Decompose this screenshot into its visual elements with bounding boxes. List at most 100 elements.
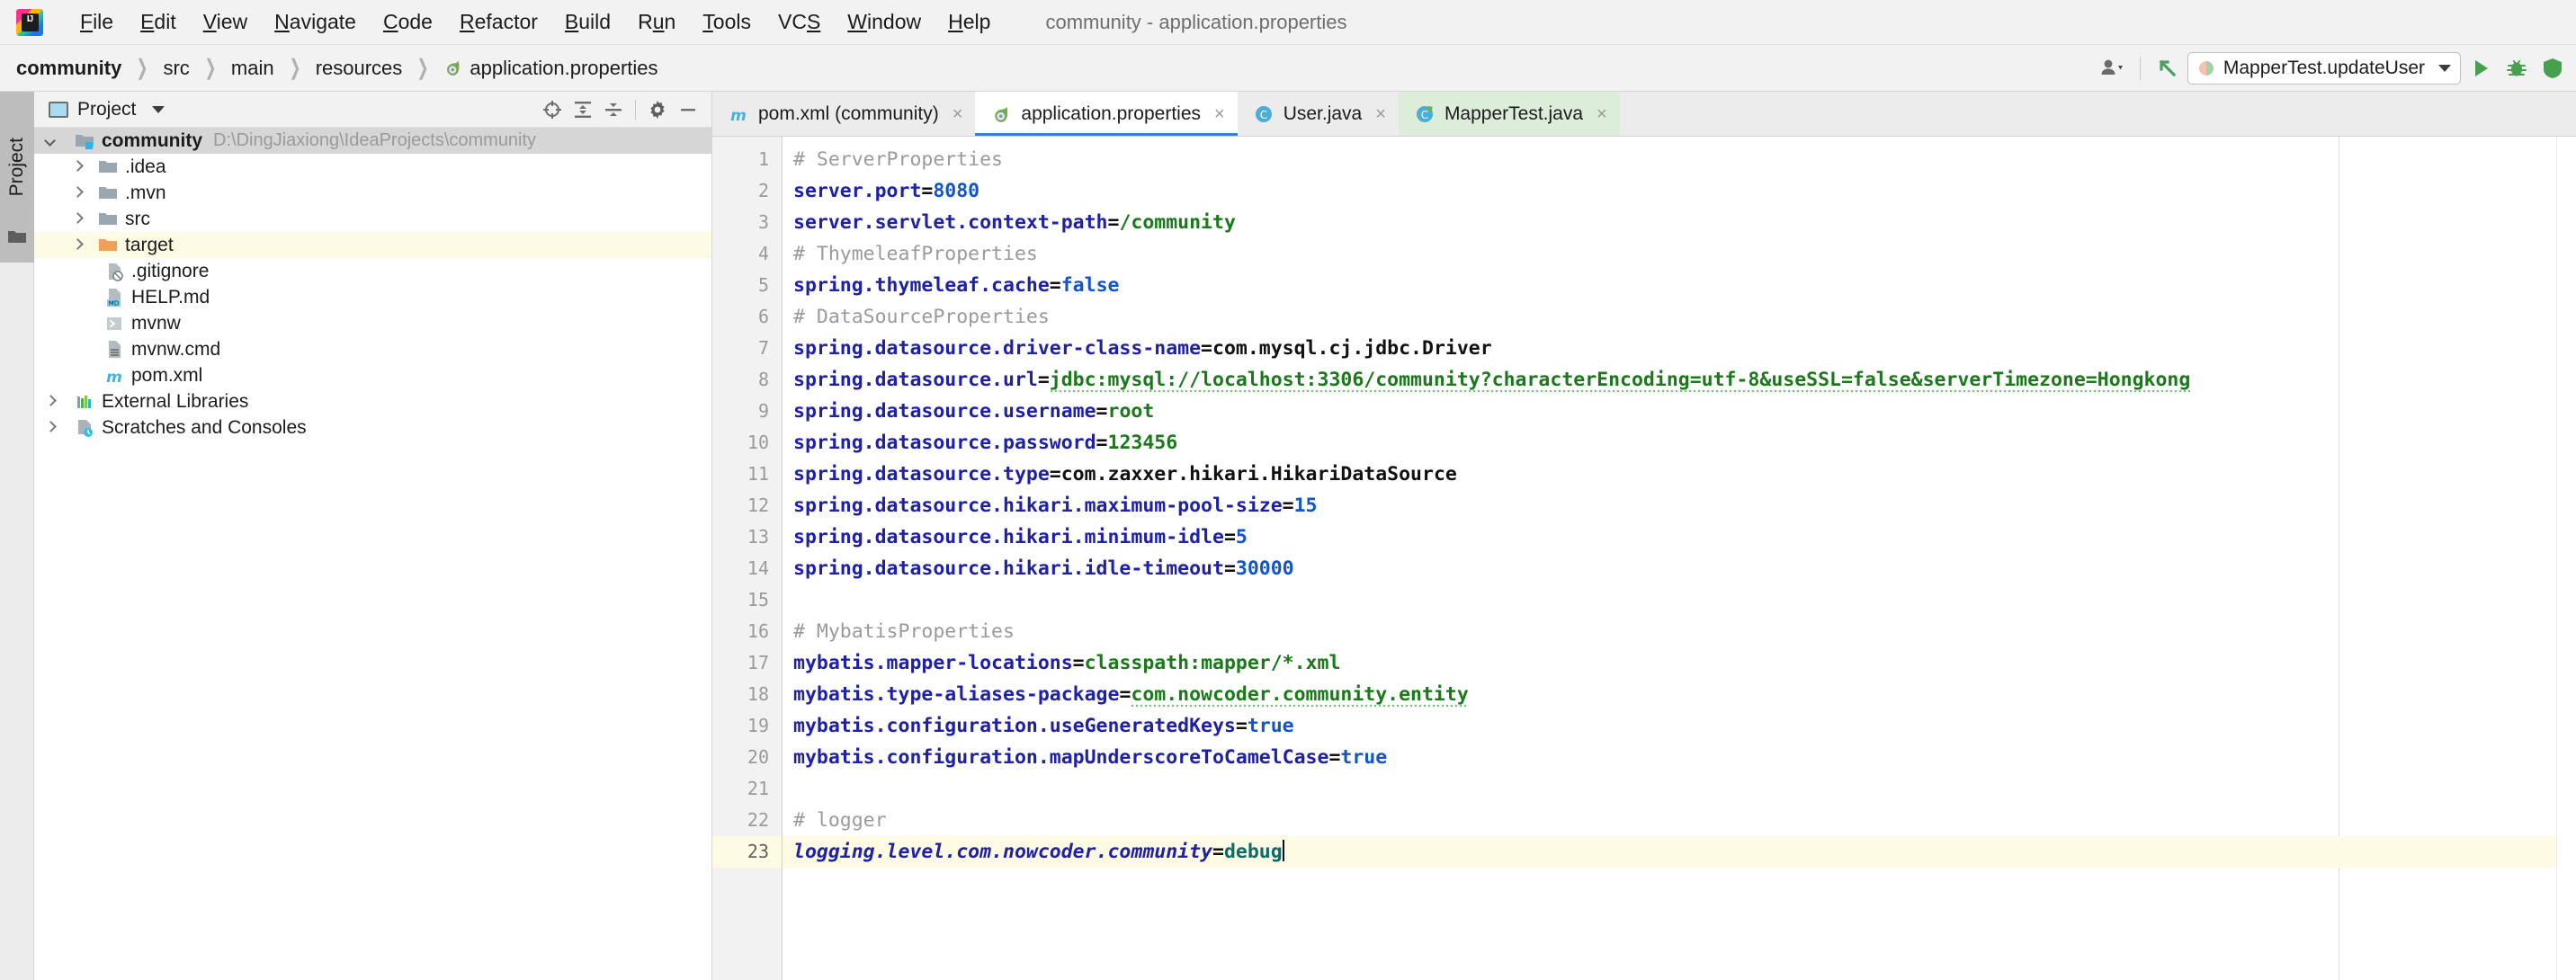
run-configuration-selector[interactable]: MapperTest.updateUser (2187, 51, 2461, 85)
code-line-15[interactable] (783, 584, 2556, 616)
user-avatar-dropdown-icon[interactable] (2097, 52, 2129, 85)
code-line-14[interactable]: spring.datasource.hikari.idle-timeout=30… (783, 553, 2556, 584)
intellij-idea-logo-icon: IJ (16, 8, 43, 36)
tree-item-label: target (125, 234, 174, 255)
code-line-19[interactable]: mybatis.configuration.useGeneratedKeys=t… (783, 710, 2556, 742)
run-play-icon[interactable] (2464, 52, 2497, 85)
tree-item-gitignore[interactable]: .gitignore (34, 258, 711, 284)
tree-item-help-md[interactable]: MD HELP.md (34, 284, 711, 310)
tool-window-tab-project[interactable]: Project (0, 92, 34, 263)
code-editor[interactable]: # ServerProperties server.port=8080 serv… (783, 137, 2556, 980)
menu-vcs[interactable]: VCS (765, 6, 834, 38)
equals-sign: = (1049, 274, 1061, 297)
editor-tab-application-properties[interactable]: application.properties × (975, 92, 1239, 136)
chevron-right-icon[interactable] (70, 159, 85, 174)
code-line-23[interactable]: logging.level.com.nowcoder.community=deb… (783, 836, 2556, 868)
code-line-18[interactable]: mybatis.type-aliases-package=com.nowcode… (783, 679, 2556, 710)
code-line-21[interactable] (783, 773, 2556, 805)
menu-navigate[interactable]: Navigate (261, 6, 370, 38)
tree-item-community[interactable]: community D:\DingJiaxiong\IdeaProjects\c… (34, 128, 711, 154)
menu-view[interactable]: View (190, 6, 261, 38)
update-project-arrow-icon[interactable] (2151, 52, 2184, 85)
code-line-11[interactable]: spring.datasource.type=com.zaxxer.hikari… (783, 459, 2556, 490)
code-line-5[interactable]: spring.thymeleaf.cache=false (783, 270, 2556, 301)
code-line-13[interactable]: spring.datasource.hikari.minimum-idle=5 (783, 521, 2556, 553)
breadcrumb-item-src[interactable]: src (159, 55, 192, 82)
close-icon[interactable]: × (953, 105, 963, 123)
comment-text: # logger (793, 809, 887, 832)
chevron-right-icon[interactable] (70, 211, 85, 227)
debug-bug-icon[interactable] (2500, 52, 2533, 85)
property-key: server.servlet.context-path (793, 211, 1108, 234)
menu-window[interactable]: Window (834, 6, 935, 38)
code-line-7[interactable]: spring.datasource.driver-class-name=com.… (783, 333, 2556, 364)
chevron-down-icon[interactable] (152, 105, 165, 113)
tree-item-external-libraries[interactable]: External Libraries (34, 388, 711, 414)
code-line-4[interactable]: # ThymeleafProperties (783, 238, 2556, 270)
chevron-down-icon[interactable] (2438, 64, 2451, 72)
chevron-right-icon[interactable] (70, 237, 85, 253)
chevron-right-icon[interactable] (70, 185, 85, 200)
menu-help[interactable]: Help (935, 6, 1004, 38)
collapse-all-icon[interactable] (601, 97, 626, 122)
editor-tab-mappertest-java[interactable]: C MapperTest.java × (1398, 92, 1620, 136)
menu-edit[interactable]: Edit (127, 6, 190, 38)
breadcrumb-separator: ❯ (136, 56, 148, 80)
equals-sign: = (1119, 683, 1131, 706)
menu-refactor[interactable]: Refactor (446, 6, 551, 38)
property-value: 8080 (933, 180, 980, 202)
tree-item-mvn[interactable]: .mvn (34, 180, 711, 206)
code-line-12[interactable]: spring.datasource.hikari.maximum-pool-si… (783, 490, 2556, 521)
code-line-16[interactable]: # MybatisProperties (783, 616, 2556, 647)
expand-all-icon[interactable] (570, 97, 595, 122)
breadcrumb-item-main[interactable]: main (228, 55, 278, 82)
tree-item-label: mvnw (131, 312, 181, 334)
editor-gutter[interactable]: 1 2 3 4 5 6 7 8 9 10 11 12 13 14 15 16 1… (712, 137, 783, 980)
menu-file[interactable]: File (67, 6, 127, 38)
hide-panel-icon[interactable] (675, 97, 701, 122)
code-line-10[interactable]: spring.datasource.password=123456 (783, 427, 2556, 459)
run-with-coverage-icon[interactable] (2536, 52, 2569, 85)
equals-sign: = (1212, 841, 1224, 863)
svg-text:MD: MD (109, 299, 119, 307)
tree-item-pom-xml[interactable]: m pom.xml (34, 362, 711, 388)
svg-text:m: m (730, 107, 747, 124)
breadcrumb-item-application-properties[interactable]: application.properties (440, 55, 661, 82)
close-icon[interactable]: × (1375, 105, 1386, 123)
breadcrumb-item-community[interactable]: community (13, 55, 125, 82)
breadcrumb-item-resources[interactable]: resources (312, 55, 407, 82)
editor-tab-user-java[interactable]: C User.java × (1237, 92, 1399, 136)
property-key: spring.datasource.hikari.maximum-pool-si… (793, 494, 1283, 517)
equals-sign: = (1223, 526, 1236, 548)
code-line-17[interactable]: mybatis.mapper-locations=classpath:mappe… (783, 647, 2556, 679)
code-line-1[interactable]: # ServerProperties (783, 144, 2556, 175)
editor-marker-strip[interactable] (2556, 137, 2576, 980)
close-icon[interactable]: × (1214, 105, 1225, 123)
property-value: 5 (1235, 526, 1248, 548)
menu-tools[interactable]: Tools (689, 6, 765, 38)
tree-item-idea[interactable]: .idea (34, 154, 711, 180)
code-line-6[interactable]: # DataSourceProperties (783, 301, 2556, 333)
code-line-8[interactable]: spring.datasource.url=jdbc:mysql://local… (783, 364, 2556, 396)
tree-item-mvnw[interactable]: mvnw (34, 310, 711, 336)
chevron-right-icon[interactable] (43, 394, 58, 409)
code-line-22[interactable]: # logger (783, 805, 2556, 836)
menu-code[interactable]: Code (370, 6, 446, 38)
chevron-right-icon[interactable] (43, 420, 58, 435)
code-line-3[interactable]: server.servlet.context-path=/community (783, 207, 2556, 238)
tree-item-scratches-and-consoles[interactable]: Scratches and Consoles (34, 414, 711, 441)
menu-build[interactable]: Build (551, 6, 624, 38)
tree-item-target[interactable]: target (34, 232, 711, 258)
tree-item-mvnw-cmd[interactable]: mvnw.cmd (34, 336, 711, 362)
line-number: 1 (757, 148, 769, 170)
locate-in-tree-icon[interactable] (540, 97, 565, 122)
code-line-20[interactable]: mybatis.configuration.mapUnderscoreToCam… (783, 742, 2556, 773)
code-line-2[interactable]: server.port=8080 (783, 175, 2556, 207)
chevron-down-icon[interactable] (43, 133, 58, 148)
close-icon[interactable]: × (1597, 105, 1607, 123)
editor-tab-pom-xml[interactable]: m pom.xml (community) × (712, 92, 976, 136)
menu-run[interactable]: Run (624, 6, 689, 38)
tree-item-src[interactable]: src (34, 206, 711, 232)
code-line-9[interactable]: spring.datasource.username=root (783, 396, 2556, 427)
settings-gear-icon[interactable] (645, 97, 670, 122)
